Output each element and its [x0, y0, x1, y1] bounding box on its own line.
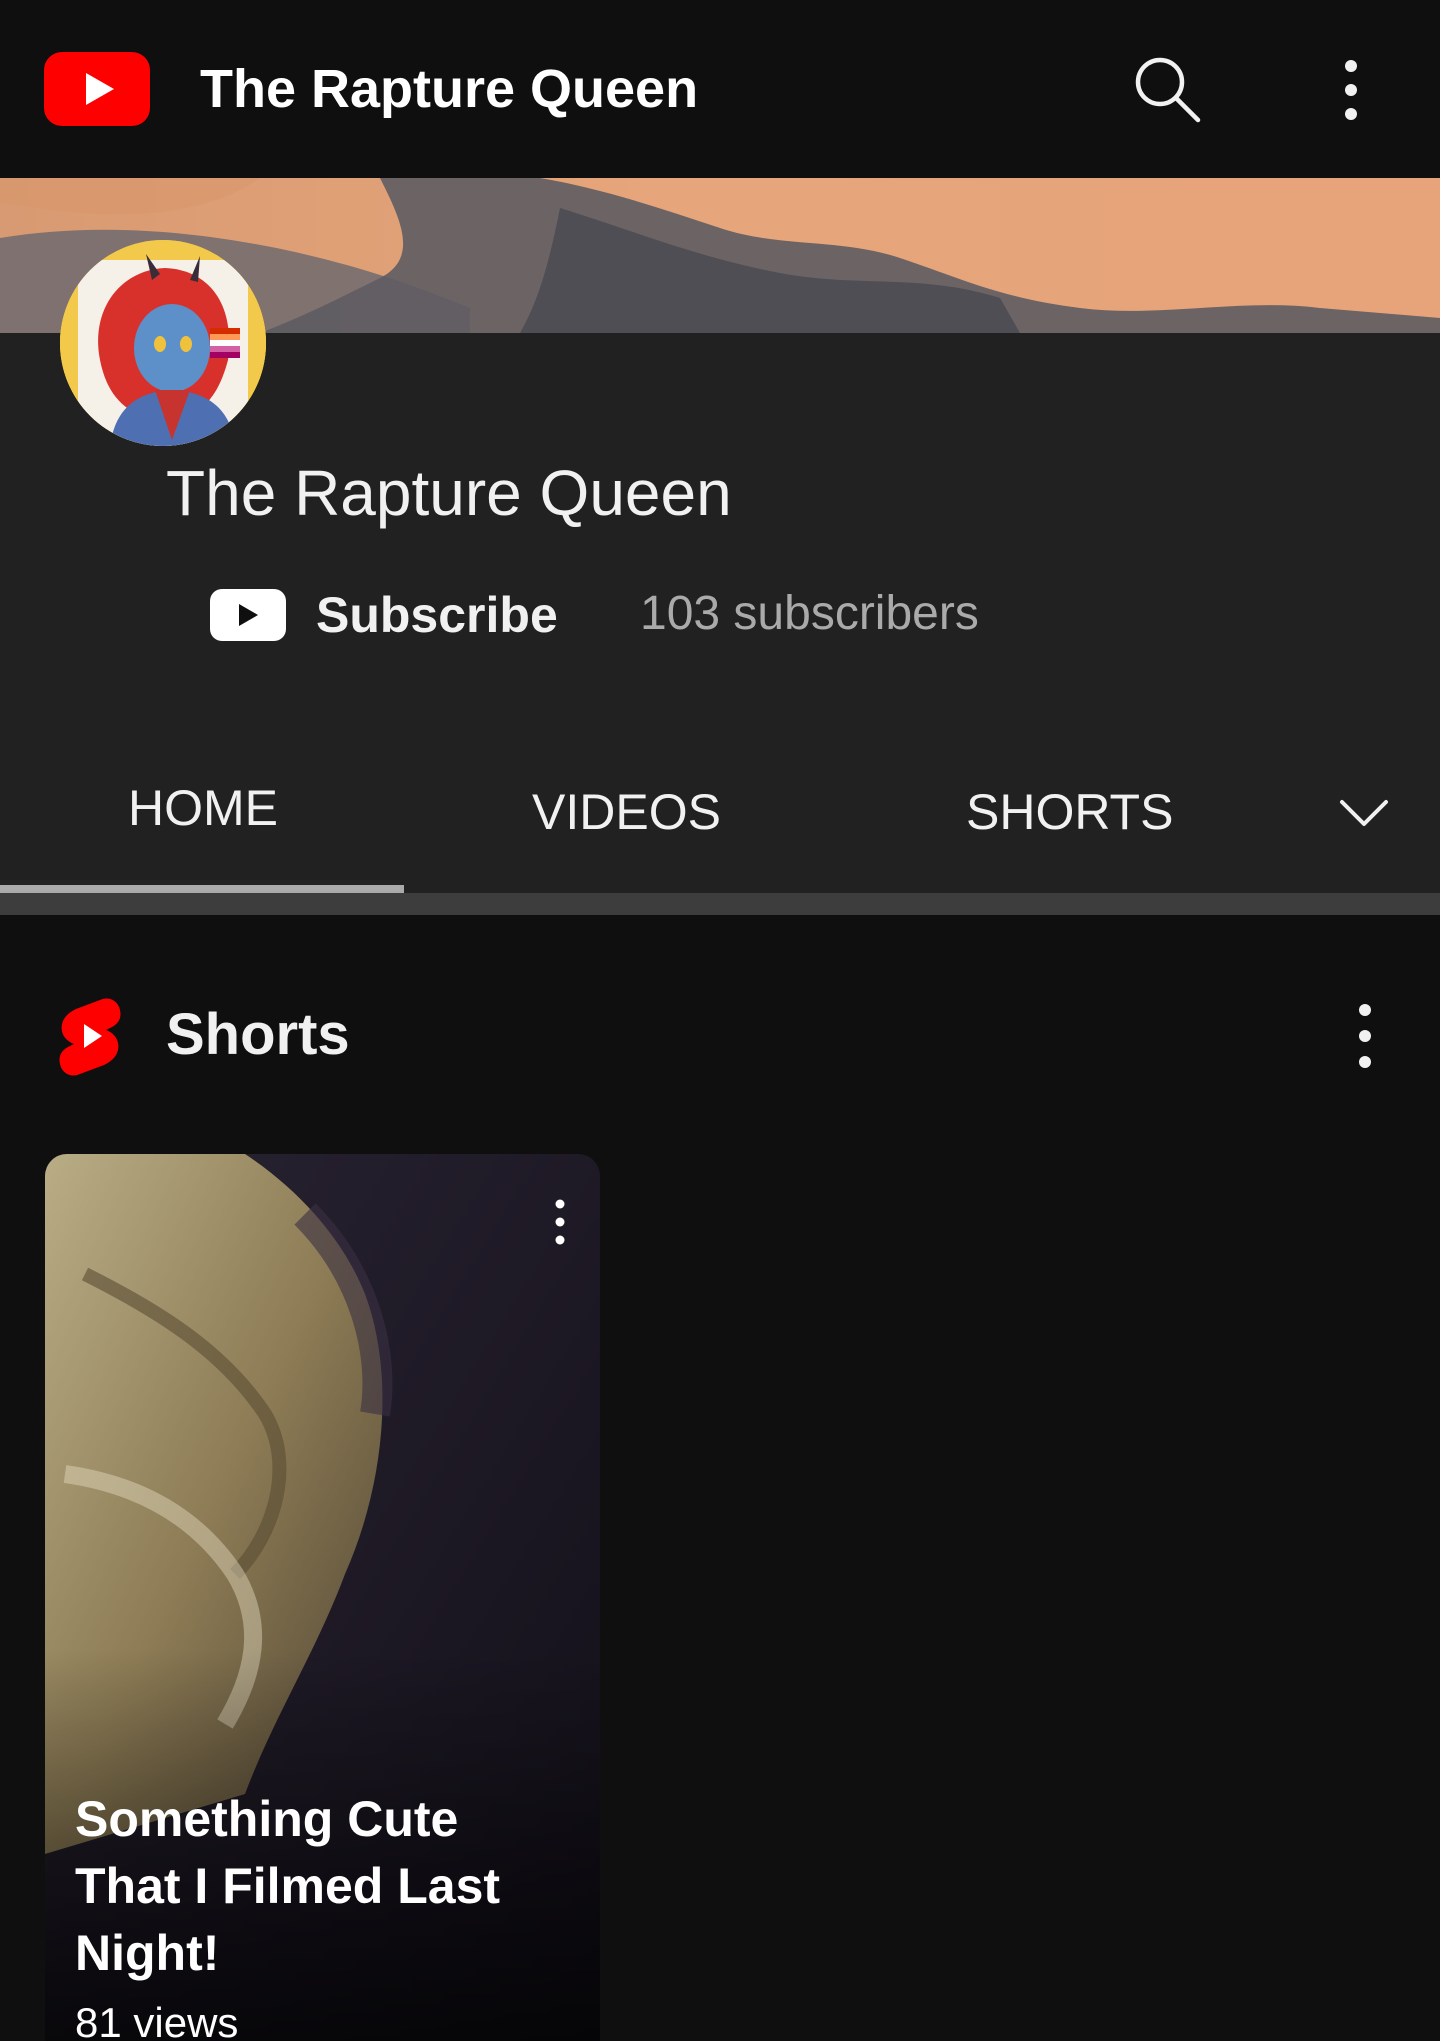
- more-vertical-icon[interactable]: [1340, 996, 1390, 1076]
- short-title: Something Cute That I Filmed Last Night!: [75, 1791, 501, 1981]
- subscribe-label: Subscribe: [316, 587, 558, 643]
- tab-videos[interactable]: VIDEOS: [532, 762, 721, 862]
- shorts-more-icon-svg: [1359, 1004, 1371, 1068]
- short-video-card[interactable]: Something Cute That I Filmed Last Night!…: [45, 1154, 600, 2041]
- tab-home[interactable]: HOME: [128, 758, 278, 858]
- search-icon-svg: [1135, 57, 1201, 123]
- top-app-bar: The Rapture Queen: [0, 0, 1440, 178]
- short-view-count: 81 views: [75, 1999, 239, 2041]
- active-tab-indicator: [0, 885, 404, 893]
- short-card-more-icon-svg: [555, 1199, 565, 1245]
- play-triangle: [86, 73, 114, 105]
- shorts-icon-svg: [59, 998, 121, 1076]
- app-root: The Rapture Queen The Rapture Queen Subs…: [0, 0, 1440, 2041]
- shorts-section-title: Shorts: [166, 1002, 350, 1067]
- more-vertical-icon[interactable]: [545, 1194, 575, 1254]
- app-bar-title: The Rapture Queen: [200, 59, 699, 119]
- chevron-down-icon-svg: [1340, 800, 1388, 826]
- tab-shorts[interactable]: SHORTS: [966, 762, 1173, 862]
- channel-tabs: HOME VIDEOS SHORTS: [0, 730, 1440, 915]
- avatar-art: [60, 240, 266, 446]
- subscriber-count: 103 subscribers: [640, 587, 979, 640]
- search-icon[interactable]: [1130, 52, 1206, 128]
- play-triangle: [239, 604, 258, 626]
- channel-avatar[interactable]: [60, 240, 266, 446]
- tabs-divider: [0, 893, 1440, 915]
- channel-name: The Rapture Queen: [166, 457, 732, 529]
- shorts-icon: [56, 996, 124, 1076]
- chevron-down-icon[interactable]: [1334, 784, 1394, 844]
- youtube-logo-icon[interactable]: [44, 52, 150, 126]
- more-vertical-icon-svg: [1345, 60, 1357, 120]
- shorts-section-header: Shorts: [0, 980, 1440, 1090]
- subscribe-button[interactable]: Subscribe: [210, 577, 558, 653]
- youtube-subscribe-icon: [210, 589, 286, 641]
- more-vertical-icon[interactable]: [1326, 56, 1376, 126]
